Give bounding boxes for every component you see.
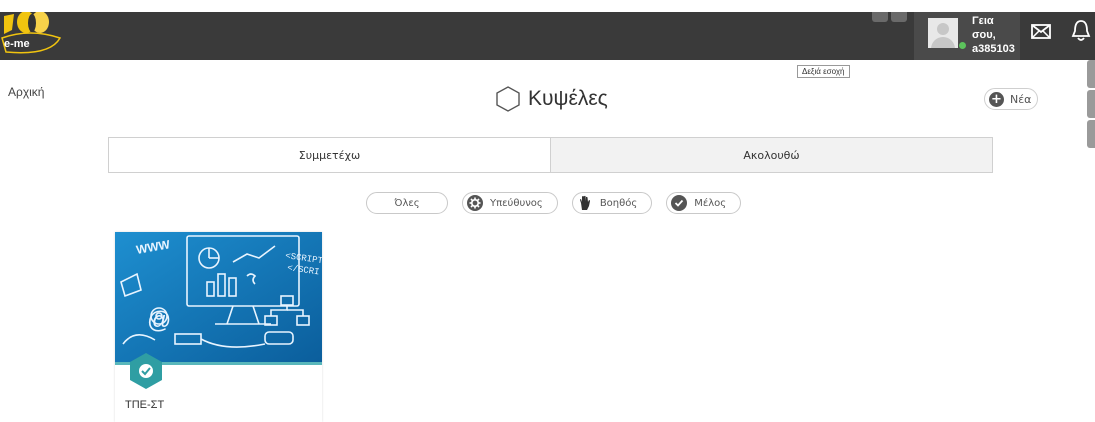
page-title-text: Κυψέλες xyxy=(528,87,608,110)
filter-member-label: Μέλος xyxy=(694,197,727,209)
rail-button[interactable] xyxy=(1087,120,1095,148)
mini-button[interactable] xyxy=(872,12,888,22)
tab-following[interactable]: Ακολουθώ xyxy=(551,137,993,173)
top-bar: e-me Γεια σου, a385103 xyxy=(0,11,1095,60)
user-greeting: Γεια σου, a385103 xyxy=(972,14,1020,56)
mini-button[interactable] xyxy=(891,12,907,22)
filter-all[interactable]: Όλες xyxy=(366,192,448,214)
new-button-label: Νέα xyxy=(1010,92,1032,106)
filter-owner[interactable]: Υπεύθυνος xyxy=(462,192,558,214)
gear-icon xyxy=(467,195,483,211)
bell-icon[interactable] xyxy=(1070,18,1092,44)
svg-text:@: @ xyxy=(147,307,171,334)
logo-text: e-me xyxy=(4,38,30,50)
breadcrumb-home[interactable]: Αρχική xyxy=(8,85,44,99)
new-hive-button[interactable]: + Νέα xyxy=(984,88,1038,110)
plus-icon: + xyxy=(989,91,1004,107)
window-mini-buttons xyxy=(872,12,907,22)
filter-assistant[interactable]: Βοηθός xyxy=(571,192,653,214)
role-filters: Όλες Υπεύθυνος Βοηθός Μέλος xyxy=(366,192,742,214)
rail-button[interactable] xyxy=(1087,90,1095,118)
tab-participating[interactable]: Συμμετέχω xyxy=(108,137,551,173)
filter-member[interactable]: Μέλος xyxy=(666,192,742,214)
hive-card-title[interactable]: ΤΠΕ-ΣΤ xyxy=(125,399,164,411)
hand-icon xyxy=(576,195,593,211)
avatar xyxy=(928,18,958,48)
filter-assistant-label: Βοηθός xyxy=(599,197,638,209)
rail-button[interactable] xyxy=(1087,60,1095,88)
page-title: Κυψέλες xyxy=(496,86,608,112)
check-shield-icon xyxy=(130,353,162,389)
e-me-logo[interactable]: e-me xyxy=(0,11,64,60)
online-status-dot xyxy=(959,42,966,49)
check-icon xyxy=(671,195,688,211)
user-menu[interactable]: Γεια σου, a385103 xyxy=(914,12,1020,60)
username: a385103 xyxy=(972,43,1015,55)
greeting-text: Γεια σου, xyxy=(972,15,996,41)
right-side-rail xyxy=(1087,60,1095,150)
hexagon-icon xyxy=(496,86,520,112)
mail-icon[interactable] xyxy=(1030,20,1052,42)
hive-card-image: WWW <SCRIPT </SCRI @ xyxy=(115,232,322,362)
filter-all-label: Όλες xyxy=(394,197,420,209)
hive-tabs: Συμμετέχω Ακολουθώ xyxy=(108,137,993,173)
tooltip: Δεξιά εσοχή xyxy=(797,65,850,78)
filter-owner-label: Υπεύθυνος xyxy=(490,197,543,209)
hive-card[interactable]: WWW <SCRIPT </SCRI @ ΤΠΕ-ΣΤ xyxy=(115,232,322,422)
